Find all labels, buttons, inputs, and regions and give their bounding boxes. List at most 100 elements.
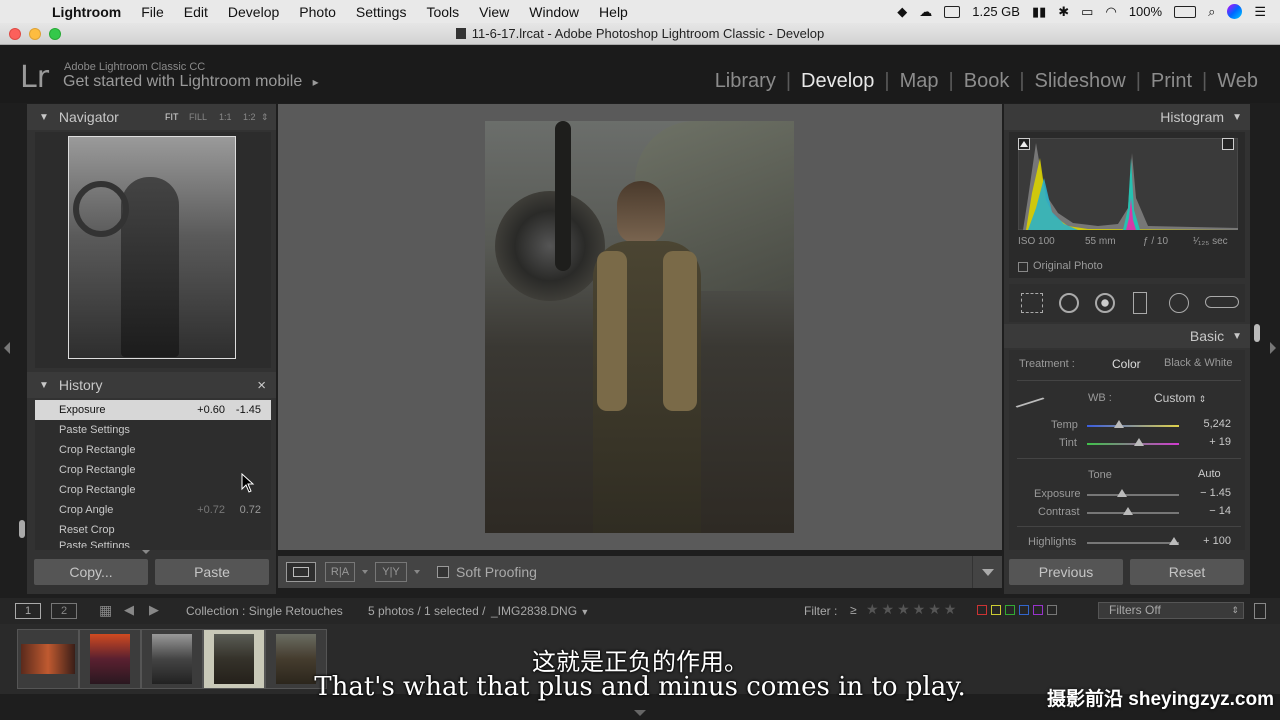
module-develop[interactable]: Develop [791, 70, 884, 93]
crop-overlay-icon[interactable] [1021, 293, 1043, 313]
menu-photo[interactable]: Photo [299, 4, 336, 20]
spot-removal-icon[interactable] [1059, 293, 1079, 313]
history-header[interactable]: ▼ History × [27, 372, 276, 398]
menu-window[interactable]: Window [529, 4, 579, 20]
soft-proofing-checkbox[interactable] [437, 566, 449, 578]
basic-header[interactable]: Basic ▼ [1004, 324, 1250, 348]
histogram-graph[interactable] [1018, 138, 1238, 230]
minimize-window-button[interactable] [29, 28, 41, 40]
history-row[interactable]: Crop Rectangle [35, 460, 271, 480]
collapse-right-panel-arrow-icon[interactable] [1270, 342, 1276, 354]
history-row[interactable]: Crop Angle +0.72 0.72 [35, 500, 271, 520]
temp-slider[interactable] [1087, 425, 1179, 427]
rating-filter-stars[interactable]: ★★★★★★ [866, 601, 959, 618]
contrast-slider-knob[interactable] [1123, 507, 1133, 515]
graduated-filter-icon[interactable] [1133, 292, 1147, 314]
reset-button[interactable]: Reset [1130, 559, 1244, 585]
close-window-button[interactable] [9, 28, 21, 40]
left-panel-scrollbar[interactable] [19, 520, 25, 538]
history-row[interactable]: Paste Settings [35, 540, 271, 548]
module-book[interactable]: Book [954, 70, 1020, 93]
history-row[interactable]: Reset Crop [35, 520, 271, 540]
siri-icon[interactable] [1227, 4, 1243, 19]
filter-lock-icon[interactable] [1254, 603, 1266, 619]
green-label-filter[interactable] [1005, 605, 1015, 615]
menu-tools[interactable]: Tools [426, 4, 459, 20]
menu-edit[interactable]: Edit [184, 4, 208, 20]
paste-settings-button[interactable]: Paste [155, 559, 269, 585]
swap-dropdown-icon[interactable] [414, 570, 420, 574]
history-row[interactable]: Exposure +0.60 -1.45 [35, 400, 271, 420]
contrast-value[interactable]: − 14 [1189, 505, 1231, 517]
menu-settings[interactable]: Settings [356, 4, 407, 20]
current-filename[interactable]: _IMG2838.DNG ▼ [491, 604, 589, 618]
history-row[interactable]: Crop Rectangle [35, 440, 271, 460]
history-row[interactable]: Crop Rectangle [35, 480, 271, 500]
mobile-promo-link[interactable]: Get started with Lightroom mobile ▸ [63, 73, 319, 91]
module-map[interactable]: Map [890, 70, 949, 93]
red-label-filter[interactable] [977, 605, 987, 615]
red-eye-icon[interactable] [1095, 293, 1115, 313]
spotlight-search-icon[interactable]: ⌕ [1208, 4, 1215, 20]
main-photo[interactable] [485, 121, 794, 533]
before-after-dropdown-icon[interactable] [362, 570, 368, 574]
shadow-clipping-toggle[interactable] [1018, 138, 1030, 150]
zoom-fit[interactable]: FIT [165, 112, 179, 122]
zoom-1-1[interactable]: 1:1 [219, 112, 232, 122]
zoom-window-button[interactable] [49, 28, 61, 40]
window-tiling-icon[interactable]: ▮▮ [1032, 4, 1046, 20]
airplay-icon[interactable]: ▭ [1081, 4, 1093, 20]
history-row[interactable]: Paste Settings [35, 420, 271, 440]
contrast-slider[interactable] [1087, 512, 1179, 514]
yellow-label-filter[interactable] [991, 605, 1001, 615]
exposure-value[interactable]: − 1.45 [1189, 487, 1231, 499]
menu-help[interactable]: Help [599, 4, 628, 20]
tint-value[interactable]: + 19 [1189, 436, 1231, 448]
zoom-fill[interactable]: FILL [189, 112, 207, 122]
loupe-view-button[interactable] [286, 562, 316, 582]
toolbar-content-menu[interactable] [972, 556, 1002, 588]
navigator-header[interactable]: ▼ Navigator FIT FILL 1:1 1:2 ⇕ [27, 104, 276, 130]
histogram-header[interactable]: Histogram ▼ [1004, 104, 1250, 130]
module-print[interactable]: Print [1141, 70, 1202, 93]
menu-develop[interactable]: Develop [228, 4, 279, 20]
module-web[interactable]: Web [1207, 70, 1268, 93]
tint-slider[interactable] [1087, 443, 1179, 445]
radial-filter-icon[interactable] [1169, 293, 1189, 313]
clear-history-close-icon[interactable]: × [257, 377, 266, 394]
highlights-slider-knob[interactable] [1169, 537, 1179, 545]
memory-readout[interactable]: 1.25 GB [972, 4, 1020, 19]
navigator-preview-image[interactable] [68, 136, 236, 359]
right-panel-scrollbar[interactable] [1254, 324, 1260, 342]
temp-slider-knob[interactable] [1114, 420, 1124, 428]
adjustment-brush-icon[interactable] [1205, 296, 1239, 308]
no-label-filter[interactable] [1047, 605, 1057, 615]
original-photo-checkbox[interactable] [1018, 262, 1028, 272]
battery-icon[interactable] [1174, 5, 1197, 18]
highlight-clipping-toggle[interactable] [1222, 138, 1234, 150]
menu-view[interactable]: View [479, 4, 509, 20]
display-icon[interactable] [944, 5, 961, 18]
bluetooth-icon[interactable]: ✱ [1058, 4, 1069, 20]
back-arrow-icon[interactable]: ◀ [124, 602, 134, 618]
panel-scroll-arrow-icon[interactable] [142, 550, 150, 554]
creative-cloud-icon[interactable]: ☁ [919, 4, 932, 20]
filter-presets-select[interactable]: Filters Off ⇕ [1098, 602, 1244, 619]
blue-label-filter[interactable] [1019, 605, 1029, 615]
battery-percent[interactable]: 100% [1129, 4, 1162, 19]
temp-value[interactable]: 5,242 [1189, 418, 1231, 430]
rating-operator[interactable]: ≥ [850, 603, 857, 617]
primary-window-button[interactable]: 1 [15, 603, 41, 619]
dropbox-icon[interactable]: ◆ [897, 4, 907, 20]
zoom-1-2[interactable]: 1:2 [243, 112, 256, 122]
collapse-filmstrip-arrow-icon[interactable] [634, 710, 646, 716]
exposure-slider-knob[interactable] [1117, 489, 1127, 497]
white-balance-eyedropper-icon[interactable]: ╱ [1016, 389, 1043, 417]
treatment-color-option[interactable]: Color [1112, 357, 1141, 371]
copy-settings-before-after-button[interactable]: Y|Y [375, 562, 407, 582]
secondary-window-button[interactable]: 2 [51, 603, 77, 619]
wifi-icon[interactable]: ◠ [1105, 4, 1116, 20]
highlights-value[interactable]: + 100 [1189, 535, 1231, 547]
wb-preset-select[interactable]: Custom ⇕ [1154, 391, 1206, 405]
collapse-left-panel-arrow-icon[interactable] [4, 342, 10, 354]
